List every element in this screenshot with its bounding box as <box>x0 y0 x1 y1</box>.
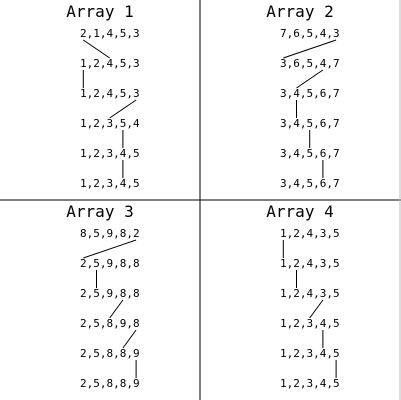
panel-title: Array 3 <box>66 202 133 221</box>
array-row: 2,5,8,8,9 <box>80 377 140 390</box>
array-row: 1,2,3,4,5 <box>280 347 340 360</box>
array-row: 1,2,3,4,5 <box>280 317 340 330</box>
array-row: 3,4,5,6,7 <box>280 87 340 100</box>
array-row: 1,2,4,3,5 <box>280 227 340 240</box>
array-row: 2,5,8,9,8 <box>80 317 140 330</box>
array-row: 1,2,3,4,5 <box>280 377 340 390</box>
array-row: 7,6,5,4,3 <box>280 27 340 40</box>
swap-line <box>122 329 137 349</box>
panel-title: Array 4 <box>266 202 333 221</box>
swap-line <box>296 69 324 89</box>
swap-line <box>283 39 337 59</box>
swap-line <box>83 239 137 259</box>
array-row: 3,4,5,6,7 <box>280 117 340 130</box>
array-row: 1,2,3,4,5 <box>80 147 140 160</box>
swap-line <box>83 39 110 59</box>
array-row: 8,5,9,8,2 <box>80 227 140 240</box>
array-row: 2,5,8,8,9 <box>80 347 140 360</box>
panel-title: Array 1 <box>66 2 133 21</box>
array-row: 2,5,9,8,8 <box>80 257 140 270</box>
swap-line <box>109 99 137 119</box>
array-row: 2,5,9,8,8 <box>80 287 140 300</box>
array-row: 3,6,5,4,7 <box>280 57 340 70</box>
array-row: 1,2,4,3,5 <box>280 287 340 300</box>
array-row: 1,2,4,5,3 <box>80 57 140 70</box>
array-row: 3,4,5,6,7 <box>280 177 340 190</box>
swap-line <box>309 299 324 319</box>
array-row: 1,2,4,5,3 <box>80 87 140 100</box>
array-row: 2,1,4,5,3 <box>80 27 140 40</box>
swap-trace-diagram: Array 1 2,1,4,5,3 1,2,4,5,3 1,2,4,5,3 1,2,3,… <box>0 0 401 400</box>
swap-line <box>109 299 124 319</box>
array-row: 3,4,5,6,7 <box>280 147 340 160</box>
array-row: 1,2,3,5,4 <box>80 117 140 130</box>
panel-title: Array 2 <box>266 2 333 21</box>
array-row: 1,2,4,3,5 <box>280 257 340 270</box>
array-row: 1,2,3,4,5 <box>80 177 140 190</box>
